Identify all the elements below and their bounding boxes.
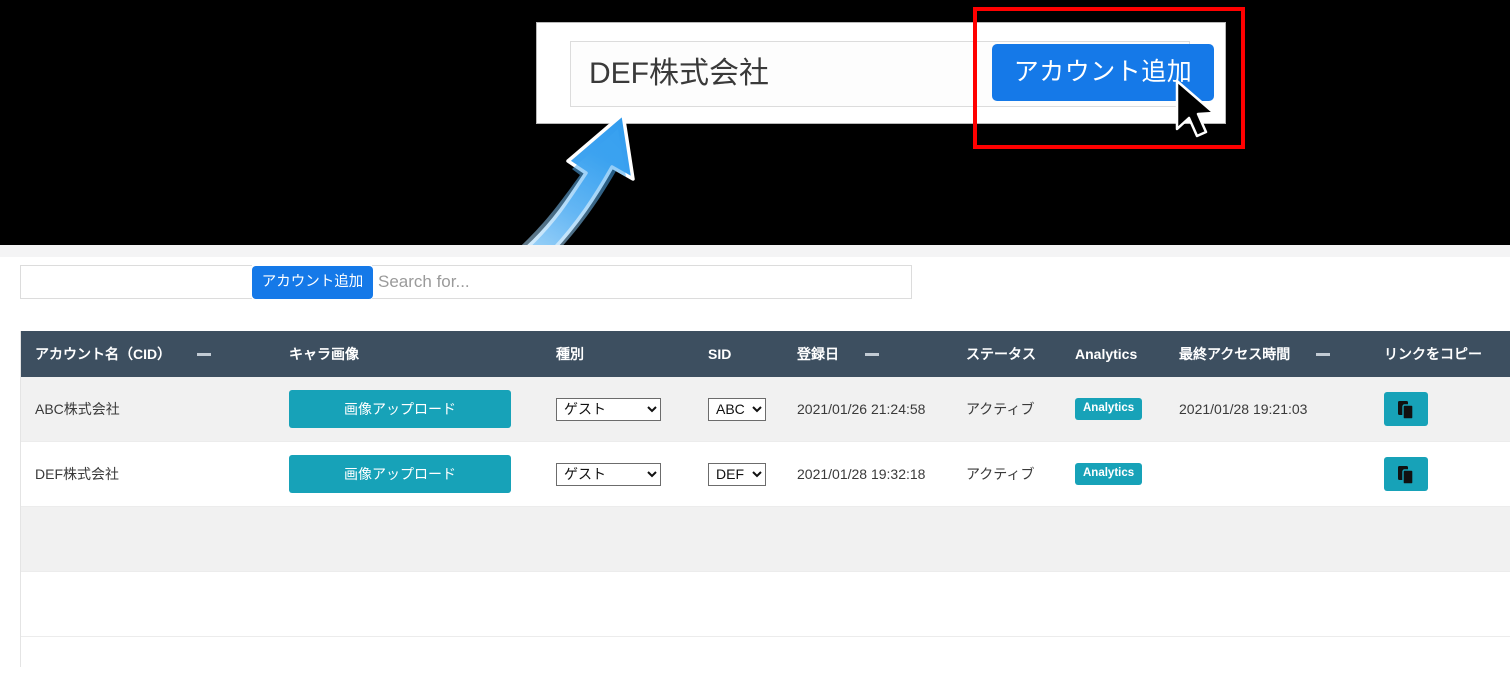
cell-copy-code: [1499, 377, 1510, 442]
cell-empty: [783, 571, 952, 637]
column-header-registered-at[interactable]: 登録日: [783, 331, 952, 377]
column-header-label: SID: [708, 346, 732, 362]
column-header-analytics[interactable]: Analytics: [1061, 331, 1165, 377]
cell-empty: [1499, 571, 1510, 637]
column-header-last-access[interactable]: 最終アクセス時間: [1165, 331, 1370, 377]
cell-empty: [542, 571, 694, 637]
cell-last-access: 2021/01/28 19:21:03: [1165, 377, 1370, 442]
copy-link-button[interactable]: [1384, 392, 1428, 426]
cell-empty: [275, 571, 542, 637]
column-header-label: Analytics: [1075, 346, 1138, 362]
sort-indicator-icon[interactable]: [197, 352, 212, 356]
copy-icon: [1398, 401, 1414, 420]
cell-empty: [1061, 506, 1165, 572]
cell-empty: [952, 506, 1061, 572]
column-header-sid[interactable]: SID: [694, 331, 783, 377]
column-header-copy-code[interactable]: コードコピー: [1499, 331, 1510, 377]
cell-registered-at: 2021/01/26 21:24:58: [783, 377, 952, 442]
cell-account-name: ABC株式会社: [21, 377, 275, 442]
column-header-copy-link[interactable]: リンクをコピー: [1370, 331, 1499, 377]
cell-empty: [1499, 506, 1510, 572]
cell-character-image: 画像アップロード: [275, 441, 542, 507]
column-header-label: アカウント名（CID）: [35, 346, 172, 362]
sid-select[interactable]: ABC: [708, 397, 766, 421]
copy-link-button[interactable]: [1384, 457, 1428, 491]
search-input-left[interactable]: [20, 265, 252, 299]
cell-empty: [1370, 571, 1499, 637]
cell-sid: DEF: [694, 441, 783, 507]
table-toolbar: Search for... フィルター フィルター解除: [0, 257, 1510, 554]
search-input[interactable]: Search for...: [372, 265, 912, 299]
cell-sid: ABC: [694, 377, 783, 442]
cell-analytics: Analytics: [1061, 441, 1165, 507]
sid-select[interactable]: DEF: [708, 462, 766, 486]
cell-empty: [1165, 571, 1370, 637]
table-header-row: アカウント名（CID） キャラ画像 種別 SID 登録日 ステータス Analy…: [21, 331, 1510, 377]
copy-icon: [1398, 466, 1414, 485]
cell-status: アクティブ: [952, 377, 1061, 442]
type-select[interactable]: ゲスト: [556, 397, 661, 421]
cell-empty: [21, 506, 275, 572]
column-header-character-image[interactable]: キャラ画像: [275, 331, 542, 377]
app-page: Search for... フィルター フィルター解除 アカウント名（CID）: [0, 245, 1510, 694]
cell-empty: [952, 571, 1061, 637]
cell-registered-at: 2021/01/28 19:32:18: [783, 441, 952, 507]
cell-copy-code: [1499, 441, 1510, 507]
table-row: DEF株式会社 画像アップロード ゲスト DEF 2021/01/28 19:3…: [21, 441, 1510, 507]
cell-type: ゲスト: [542, 441, 694, 507]
cell-empty: [694, 506, 783, 572]
image-upload-button[interactable]: 画像アップロード: [289, 390, 511, 428]
column-header-status[interactable]: ステータス: [952, 331, 1061, 377]
column-header-label: 登録日: [797, 346, 839, 362]
cell-empty: [1061, 571, 1165, 637]
type-select[interactable]: ゲスト: [556, 462, 661, 486]
page-top-strip: [0, 245, 1510, 257]
cell-copy-link: [1370, 377, 1499, 442]
analytics-button[interactable]: Analytics: [1075, 398, 1143, 420]
cell-empty: [1370, 506, 1499, 572]
cell-last-access: [1165, 441, 1370, 507]
cell-status: アクティブ: [952, 441, 1061, 507]
image-upload-button[interactable]: 画像アップロード: [289, 455, 511, 493]
accounts-table-scroll[interactable]: アカウント名（CID） キャラ画像 種別 SID 登録日 ステータス Analy…: [20, 331, 1510, 667]
screenshot-root: DEF株式会社 アカウント追加 Search for... アカウント名（CID…: [0, 0, 1510, 694]
accounts-table: アカウント名（CID） キャラ画像 種別 SID 登録日 ステータス Analy…: [21, 331, 1510, 637]
table-row: [21, 506, 1510, 572]
cell-copy-link: [1370, 441, 1499, 507]
column-header-label: 種別: [556, 346, 584, 362]
cell-empty: [694, 571, 783, 637]
analytics-button[interactable]: Analytics: [1075, 463, 1143, 485]
table-row: ABC株式会社 画像アップロード ゲスト ABC 2021/01/26 21:2…: [21, 377, 1510, 442]
cell-empty: [275, 506, 542, 572]
column-header-label: 最終アクセス時間: [1179, 346, 1291, 362]
sort-indicator-icon[interactable]: [865, 352, 879, 356]
cell-account-name: DEF株式会社: [21, 441, 275, 507]
cell-empty: [1165, 506, 1370, 572]
cell-analytics: Analytics: [1061, 377, 1165, 442]
cell-empty: [542, 506, 694, 572]
column-header-label: キャラ画像: [289, 346, 359, 362]
column-header-account-name[interactable]: アカウント名（CID）: [21, 331, 275, 377]
cell-type: ゲスト: [542, 377, 694, 442]
mouse-pointer-icon: [1175, 79, 1216, 138]
cell-empty: [21, 571, 275, 637]
cell-character-image: 画像アップロード: [275, 377, 542, 442]
table-row: [21, 571, 1510, 637]
column-header-type[interactable]: 種別: [542, 331, 694, 377]
add-account-button[interactable]: アカウント追加: [252, 266, 373, 299]
sort-indicator-icon[interactable]: [1316, 352, 1331, 356]
column-header-label: ステータス: [966, 346, 1036, 362]
column-header-label: リンクをコピー: [1384, 346, 1482, 362]
cell-empty: [783, 506, 952, 572]
